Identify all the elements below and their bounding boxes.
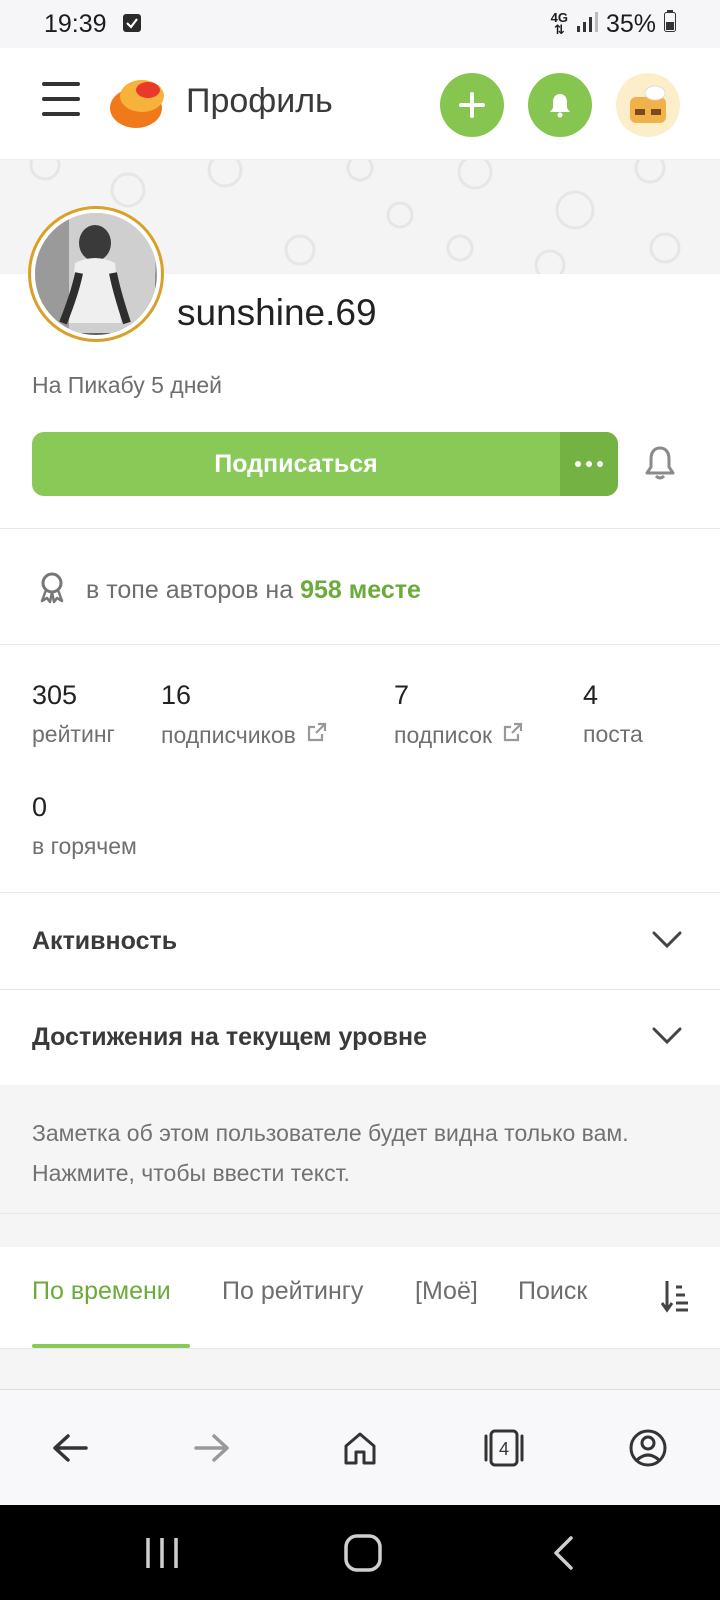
activity-title: Активность — [32, 926, 178, 955]
chevron-down-icon — [652, 927, 682, 956]
status-bar: 19:39 4G ⇅ 35% — [0, 0, 720, 48]
user-avatar-button[interactable] — [616, 73, 680, 137]
system-navigation-bar — [0, 1505, 720, 1600]
stat-subscribers[interactable]: 16 подписчиков — [161, 680, 328, 749]
achievements-section[interactable]: Достижения на текущем уровне — [0, 989, 720, 1085]
notifications-button[interactable] — [528, 73, 592, 137]
svg-text:4: 4 — [499, 1439, 509, 1459]
award-icon — [36, 570, 68, 611]
tab-search[interactable]: Поиск — [518, 1277, 587, 1306]
mobile-data-icon: 4G ⇅ — [550, 10, 568, 37]
profile-avatar[interactable] — [28, 206, 164, 342]
clock: 19:39 — [44, 9, 107, 38]
signal-icon — [576, 10, 598, 39]
stat-hot: 0 в горячем — [32, 792, 137, 859]
profile-since: На Пикабу 5 дней — [32, 372, 223, 398]
sort-order-icon[interactable] — [660, 1279, 690, 1318]
chevron-down-icon — [652, 1023, 682, 1052]
battery-icon — [664, 9, 676, 39]
pikabu-logo[interactable] — [108, 74, 168, 130]
subscribe-notifications-bell-icon[interactable] — [644, 445, 676, 486]
content-area — [0, 1349, 720, 1389]
divider — [0, 644, 720, 645]
browser-toolbar: 4 — [0, 1389, 720, 1505]
external-link-icon — [502, 721, 524, 749]
system-back-icon[interactable] — [534, 1527, 594, 1579]
subscribe-button-group: Подписаться — [32, 432, 618, 496]
hamburger-menu-icon[interactable] — [42, 82, 80, 118]
tab-mine[interactable]: [Моё] — [415, 1277, 478, 1306]
user-note-field[interactable]: Заметка об этом пользователе будет видна… — [0, 1085, 720, 1213]
home-icon[interactable] — [332, 1420, 388, 1476]
sort-tabs: По времени По рейтингу [Моё] Поиск — [0, 1247, 720, 1349]
separator-strip — [0, 1213, 720, 1247]
more-options-button[interactable] — [560, 432, 618, 496]
top-authors-row: в топе авторов на 958 месте — [36, 570, 421, 611]
stat-subscriptions[interactable]: 7 подписок — [394, 680, 524, 749]
activity-section[interactable]: Активность — [0, 893, 720, 989]
tab-by-rating[interactable]: По рейтингу — [222, 1277, 363, 1306]
page-title: Профиль — [186, 82, 333, 120]
achievements-title: Достижения на текущем уровне — [32, 1022, 427, 1051]
top-authors-place: 958 месте — [300, 576, 421, 604]
battery-percent: 35% — [605, 9, 656, 38]
external-link-icon — [306, 721, 328, 749]
stat-posts: 4 поста — [583, 680, 643, 747]
active-tab-indicator — [32, 1344, 190, 1348]
task-check-icon — [122, 10, 141, 39]
add-post-button[interactable] — [440, 73, 504, 137]
tab-by-time[interactable]: По времени — [32, 1277, 171, 1306]
subscribe-button[interactable]: Подписаться — [32, 432, 560, 496]
tabs-counter-icon[interactable]: 4 — [476, 1420, 532, 1476]
back-arrow-icon[interactable] — [42, 1420, 98, 1476]
profile-username: sunshine.69 — [177, 292, 377, 333]
top-authors-text: в топе авторов на — [86, 576, 294, 604]
account-icon[interactable] — [620, 1420, 676, 1476]
app-header: Профиль — [0, 48, 720, 160]
divider — [0, 528, 720, 529]
stat-rating: 305 рейтинг — [32, 680, 115, 747]
home-button-icon[interactable] — [333, 1527, 393, 1579]
forward-arrow-icon[interactable] — [184, 1420, 240, 1476]
recent-apps-icon[interactable] — [132, 1527, 192, 1579]
